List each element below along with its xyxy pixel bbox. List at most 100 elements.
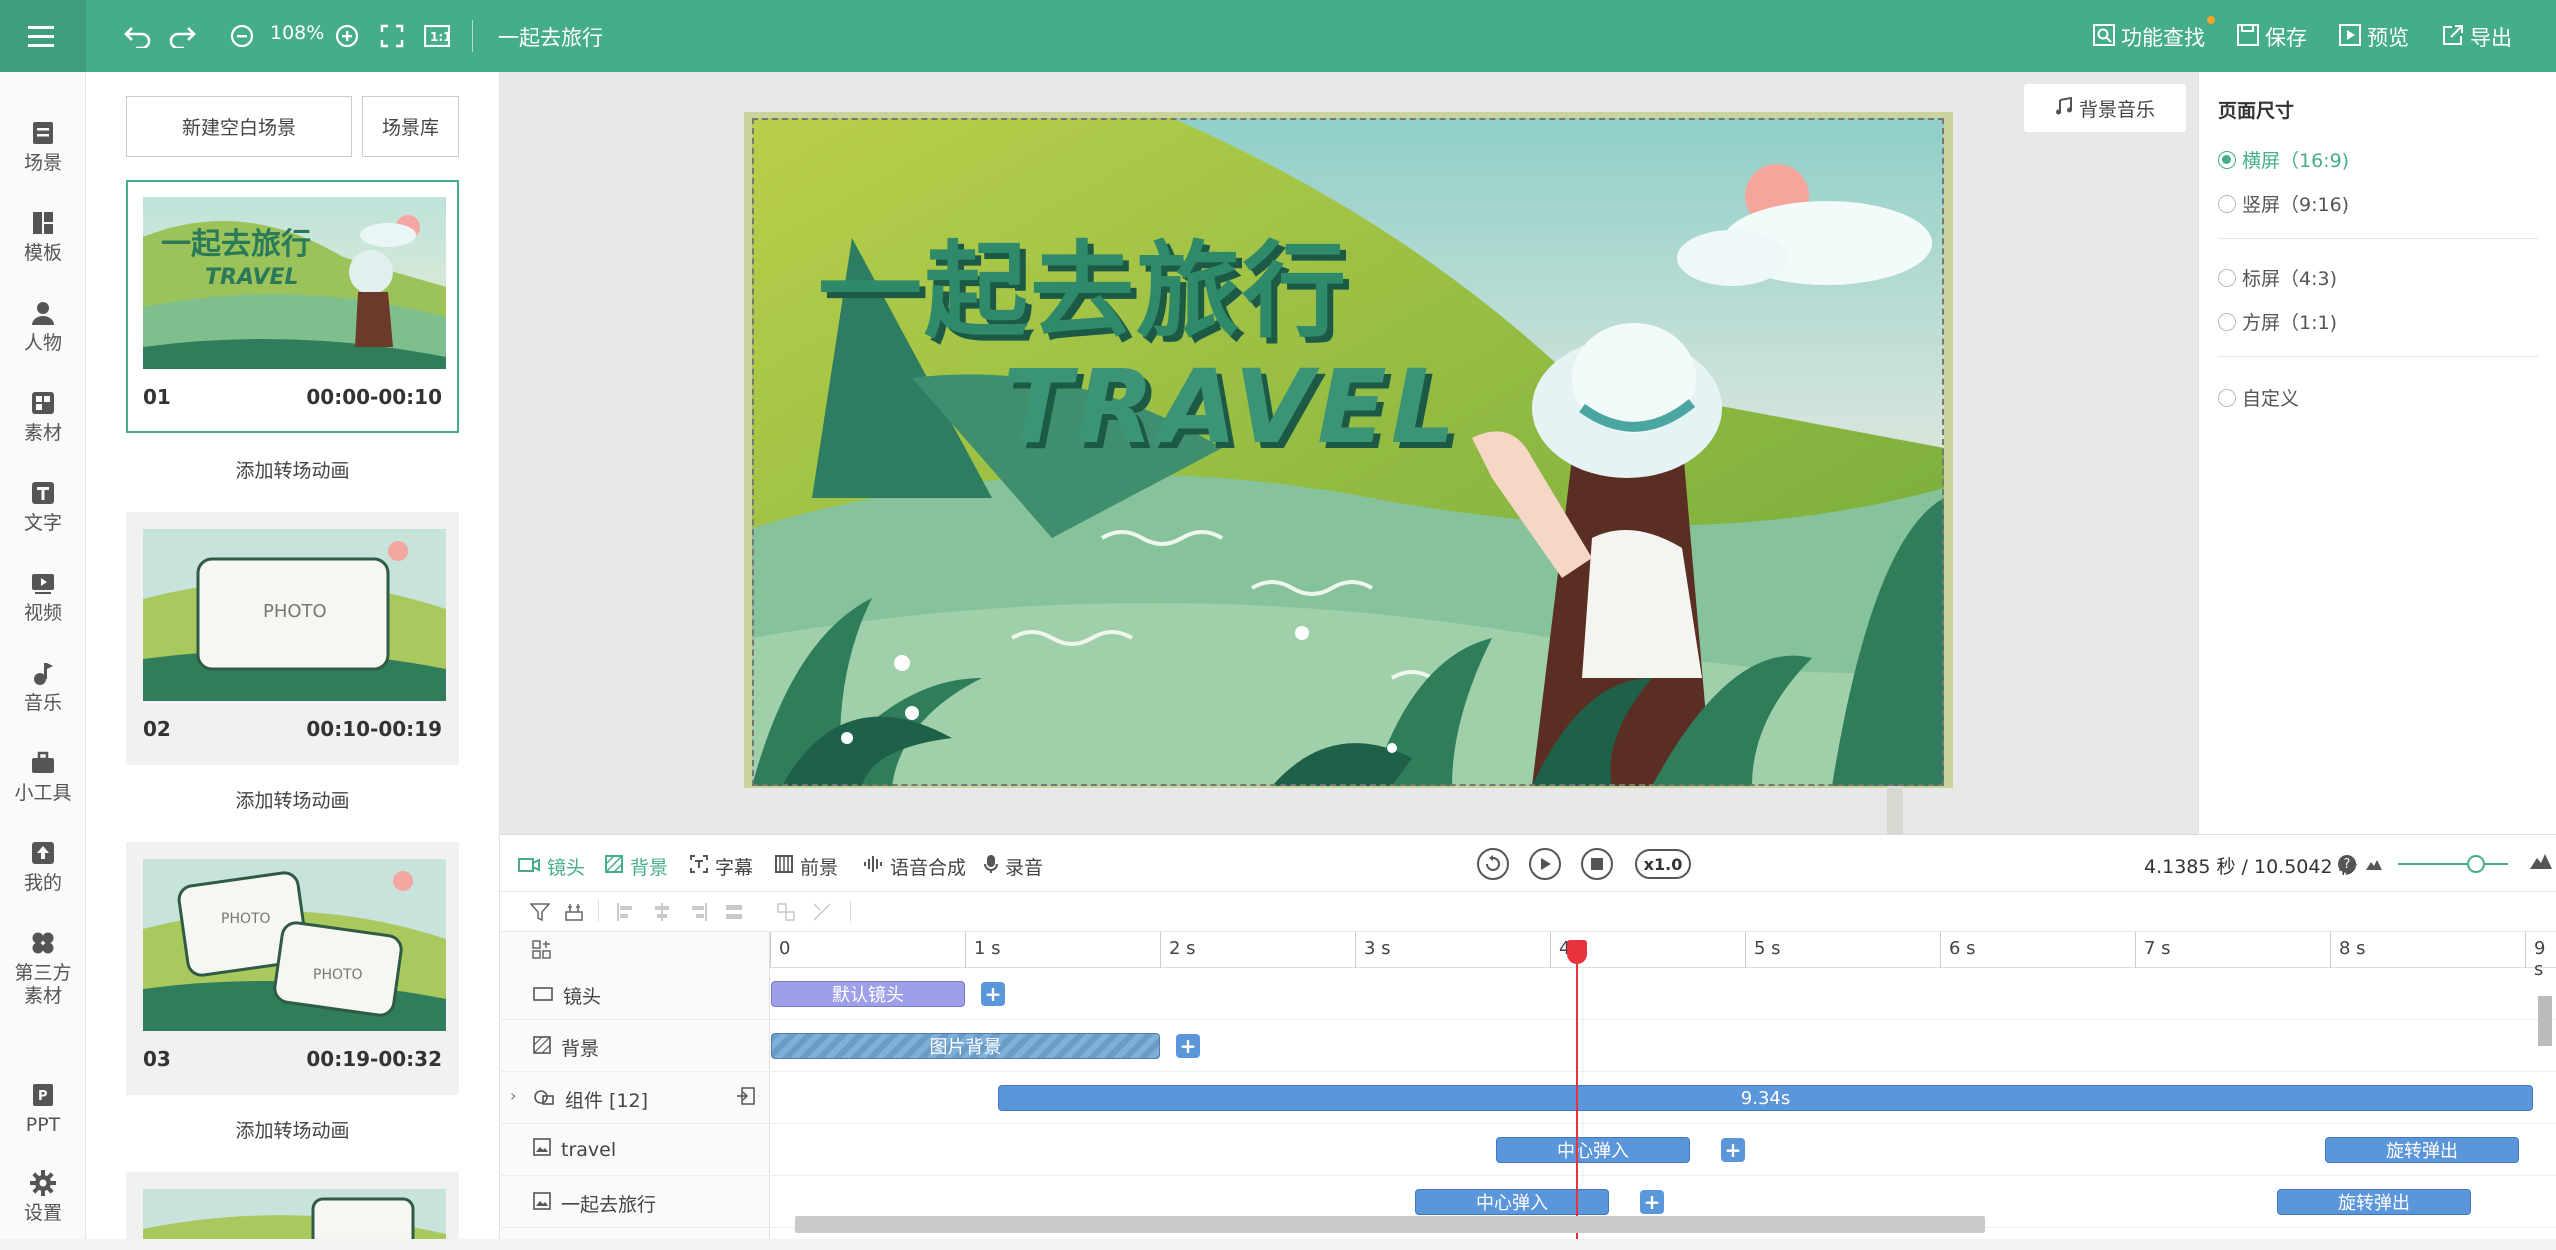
clip-rotate-pop-out[interactable]: 旋转弹出	[2325, 1137, 2519, 1163]
clip-group-duration[interactable]: 9.34s	[998, 1085, 2533, 1111]
fit-screen-icon[interactable]	[376, 20, 408, 52]
nav-third-party[interactable]: 第三方素材	[0, 930, 86, 1010]
time-ruler[interactable]: 0 1 s 2 s 3 s 4 s 5 s 6 s 7 s 8 s 9 s	[770, 932, 2556, 980]
stop-button[interactable]	[1581, 848, 1613, 880]
nav-text[interactable]: 文字	[0, 480, 86, 560]
timeline-zoom-slider[interactable]	[2398, 863, 2508, 865]
camera-icon	[533, 985, 553, 1007]
zoom-in-mountain-icon[interactable]	[2530, 851, 2552, 873]
group-icon[interactable]	[776, 902, 796, 926]
zoom-out-mountain-icon[interactable]	[2366, 855, 2382, 874]
radio-square-1-1[interactable]: 方屏（1:1)	[2218, 308, 2337, 335]
undo-icon[interactable]	[122, 20, 154, 52]
redo-icon[interactable]	[166, 20, 198, 52]
add-transition-button[interactable]: 添加转场动画	[126, 456, 459, 483]
radio-label: 自定义	[2242, 388, 2300, 410]
add-transition-button[interactable]: 添加转场动画	[126, 786, 459, 813]
scene-card-01[interactable]: 一起去旅行 TRAVEL 01 00:00-00:10	[126, 180, 459, 433]
canvas-subtitle-text[interactable]: TRAVEL	[1002, 348, 1460, 467]
clip-center-pop-in[interactable]: 中心弹入	[1496, 1137, 1690, 1163]
preview-button[interactable]: 预览	[2367, 22, 2409, 52]
clip-center-pop-in[interactable]: 中心弹入	[1415, 1189, 1609, 1215]
scene-thumbnail	[143, 1189, 446, 1239]
speed-selector[interactable]: x1.0	[1635, 849, 1691, 879]
person-icon	[30, 300, 56, 326]
nav-video[interactable]: 视频	[0, 570, 86, 650]
track-settings-icon[interactable]	[532, 940, 552, 964]
add-clip-button[interactable]: +	[1640, 1190, 1664, 1214]
exit-group-icon[interactable]	[736, 1086, 756, 1110]
tab-background[interactable]: 背景	[605, 853, 668, 880]
radio-landscape-16-9[interactable]: 横屏（16:9)	[2218, 146, 2349, 173]
track-row-group: › 组件 [12] 9.34s	[500, 1072, 2556, 1124]
ruler-tick: 2 s	[1160, 932, 1196, 968]
time-readout: 4.1385 秒 / 10.5042 秒	[2144, 856, 2358, 878]
third-party-icon	[30, 930, 56, 956]
scene-card-02[interactable]: PHOTO 02 00:10-00:19	[126, 512, 459, 765]
clip-default-camera[interactable]: 默认镜头	[771, 981, 965, 1007]
add-clip-button[interactable]: +	[1721, 1138, 1745, 1162]
timeline-horizontal-scrollbar[interactable]	[795, 1216, 1985, 1233]
add-clip-button[interactable]: +	[981, 982, 1005, 1006]
radio-standard-4-3[interactable]: 标屏（4:3)	[2218, 264, 2337, 291]
save-button[interactable]: 保存	[2265, 22, 2307, 52]
align-left-icon[interactable]	[616, 902, 636, 926]
ruler-tick: 1 s	[965, 932, 1001, 968]
playhead-handle[interactable]	[1567, 940, 1587, 964]
add-clip-button[interactable]: +	[1176, 1034, 1200, 1058]
radio-custom[interactable]: 自定义	[2218, 384, 2299, 411]
tab-camera[interactable]: 镜头	[518, 853, 585, 880]
radio-label: 竖屏（9:16)	[2242, 194, 2350, 216]
replay-button[interactable]	[1477, 848, 1509, 880]
actual-size-icon[interactable]: 1:1	[421, 20, 453, 52]
scene-card-03[interactable]: PHOTO PHOTO 03 00:19-00:32	[126, 842, 459, 1095]
expand-chevron-icon[interactable]: ›	[510, 1086, 516, 1105]
menu-icon[interactable]	[0, 0, 86, 72]
radio-portrait-9-16[interactable]: 竖屏（9:16)	[2218, 190, 2349, 217]
nav-ppt[interactable]: P PPT	[0, 1082, 86, 1162]
feature-search-button[interactable]: 功能查找	[2121, 22, 2205, 52]
nav-settings[interactable]: 设置	[0, 1170, 86, 1250]
new-blank-scene-button[interactable]: 新建空白场景	[126, 96, 352, 157]
add-transition-button[interactable]: 添加转场动画	[126, 1116, 459, 1143]
nav-tools[interactable]: 小工具	[0, 750, 86, 830]
help-icon[interactable]: ?	[2338, 855, 2356, 873]
clip-image-background[interactable]: 图片背景	[771, 1033, 1160, 1059]
layer-icon[interactable]	[564, 902, 584, 926]
nav-template[interactable]: 模板	[0, 210, 86, 290]
play-button[interactable]	[1529, 848, 1561, 880]
align-center-icon[interactable]	[652, 902, 672, 926]
tab-tts[interactable]: 语音合成	[863, 853, 966, 880]
tab-record[interactable]: 录音	[984, 853, 1043, 880]
playhead-line[interactable]	[1576, 940, 1578, 1239]
zoom-in-icon[interactable]	[331, 20, 363, 52]
clip-rotate-pop-out[interactable]: 旋转弹出	[2277, 1189, 2471, 1215]
divider	[598, 900, 599, 922]
timeline-vertical-scrollbar[interactable]	[2538, 996, 2552, 1046]
nav-character[interactable]: 人物	[0, 300, 86, 380]
ungroup-icon[interactable]	[812, 902, 832, 926]
background-music-button[interactable]: 背景音乐	[2024, 84, 2186, 132]
timeline-zoom-handle[interactable]	[2467, 855, 2485, 873]
group-icon	[533, 1088, 555, 1111]
track-label: 组件 [12]	[533, 1086, 648, 1113]
track-label: 背景	[533, 1034, 599, 1061]
nav-mine[interactable]: 我的	[0, 840, 86, 920]
document-title[interactable]: 一起去旅行	[498, 22, 603, 52]
scene-library-button[interactable]: 场景库	[362, 96, 459, 157]
nav-music[interactable]: 音乐	[0, 660, 86, 740]
export-button[interactable]: 导出	[2470, 22, 2512, 52]
nav-scene[interactable]: 场景	[0, 120, 86, 200]
canvas-title-text[interactable]: 一起去旅行	[818, 206, 1348, 357]
play-icon	[1541, 858, 1551, 870]
distribute-icon[interactable]	[724, 902, 744, 926]
filter-icon[interactable]	[529, 902, 551, 926]
canvas-stage[interactable]: 一起去旅行 TRAVEL	[752, 118, 1944, 786]
nav-material[interactable]: 素材	[0, 390, 86, 470]
tab-subtitle[interactable]: 字幕	[690, 853, 753, 880]
scene-card-04[interactable]	[126, 1172, 459, 1239]
align-right-icon[interactable]	[688, 902, 708, 926]
zoom-out-icon[interactable]	[226, 20, 258, 52]
tab-foreground[interactable]: 前景	[775, 853, 838, 880]
music-note-icon	[2055, 96, 2073, 120]
